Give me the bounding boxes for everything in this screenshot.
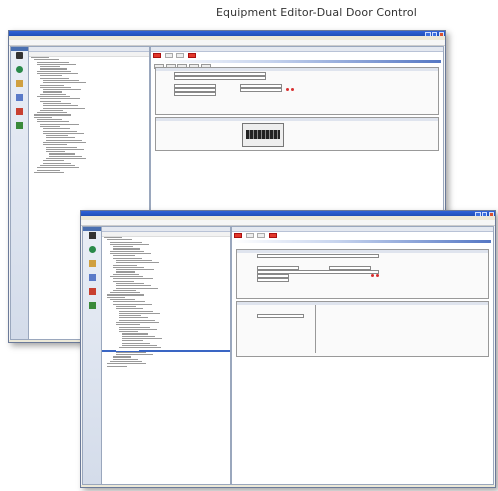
editor-button-4[interactable] (188, 53, 197, 59)
form-field[interactable] (174, 91, 216, 97)
nav-item-4[interactable] (11, 93, 28, 107)
navigation-module-icon (16, 52, 23, 59)
navigation-module-icon (88, 246, 96, 253)
editor-button-row (151, 52, 443, 59)
nav-item-3[interactable] (83, 259, 101, 273)
navigation-module-icon (16, 66, 23, 73)
nav-item-4[interactable] (83, 273, 101, 287)
nav-item-1[interactable] (83, 231, 101, 245)
editor-button-1[interactable] (234, 233, 242, 239)
editor-button-4[interactable] (269, 233, 278, 239)
nav-item-5[interactable] (83, 287, 101, 301)
editor-button-row (232, 232, 493, 239)
nav-item-1[interactable] (11, 51, 28, 65)
editor-button-2[interactable] (164, 53, 173, 59)
tree-node[interactable] (102, 365, 230, 368)
navigation-module-icon (88, 232, 96, 239)
form-row (156, 91, 438, 97)
nav-item-2[interactable] (83, 245, 101, 259)
nav-item-6[interactable] (11, 121, 28, 135)
navigation-module-icon (88, 274, 96, 281)
navigation-module-icon (88, 302, 96, 309)
navigation-module-icon (16, 122, 23, 129)
nav-item-5[interactable] (11, 107, 28, 121)
door-controller-image (242, 123, 284, 147)
tree-node[interactable] (29, 171, 149, 174)
door-settings-panel (236, 301, 489, 357)
form-field[interactable] (257, 277, 289, 283)
editor-banner (234, 240, 491, 243)
navigation-pane (10, 46, 29, 340)
navigation-module-icon (88, 288, 96, 295)
door-properties-form (155, 67, 439, 115)
editor-button-1[interactable] (153, 53, 161, 59)
navigation-pane (82, 226, 102, 485)
editor-button-2[interactable] (245, 233, 254, 239)
editor-button-3[interactable] (257, 233, 266, 239)
nav-item-6[interactable] (83, 301, 101, 315)
form-header (156, 118, 438, 121)
navigation-module-icon (88, 260, 96, 267)
caption: Equipment Editor-Dual Door Control (216, 6, 417, 19)
door-settings-panel (155, 117, 439, 151)
status-bar (81, 485, 495, 487)
hierarchy-tree[interactable] (102, 237, 230, 368)
editor-banner (153, 60, 441, 63)
navigation-module-icon (16, 80, 23, 87)
editor-button-3[interactable] (176, 53, 185, 59)
navigation-module-icon (16, 94, 23, 101)
foreground-app-window (80, 210, 496, 488)
nav-item-2[interactable] (11, 65, 28, 79)
form-row (237, 317, 488, 321)
door-properties-form (236, 249, 489, 299)
hierarchy-pane (101, 226, 231, 485)
equipment-editor-pane (231, 226, 494, 485)
hierarchy-tree[interactable] (29, 57, 149, 174)
form-row (237, 277, 488, 283)
nav-item-3[interactable] (11, 79, 28, 93)
navigation-module-icon (16, 108, 23, 115)
